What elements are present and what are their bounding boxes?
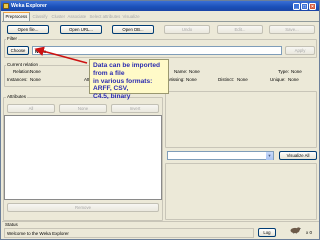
instances-value: None: [30, 77, 41, 82]
tab-visualize[interactable]: Visualize: [121, 13, 141, 21]
attributes-all-button[interactable]: All: [7, 104, 55, 113]
open-file-button[interactable]: Open file...: [7, 25, 49, 34]
tab-preprocess[interactable]: Preprocess: [3, 12, 30, 21]
attr-type-label: Type:: [278, 69, 290, 74]
attributes-none-button[interactable]: None: [59, 104, 107, 113]
attributes-list[interactable]: [4, 115, 162, 200]
maximize-button[interactable]: □: [301, 2, 308, 10]
log-button[interactable]: Log: [258, 228, 276, 237]
apply-button[interactable]: Apply: [285, 46, 315, 55]
attr-type-value: None: [291, 69, 302, 74]
title-bar: Weka Explorer _ □ ×: [1, 1, 319, 11]
preprocess-panel: Open file... Open URL... Open DB... Undo…: [2, 21, 319, 221]
visualization-area: [165, 163, 317, 220]
undo-button[interactable]: Undo: [164, 25, 210, 34]
attr-unique-value: None: [288, 77, 299, 82]
attr-name-label: Name:: [174, 69, 188, 74]
tab-strip: Preprocess Classify Cluster Associate Se…: [2, 12, 320, 21]
remove-button[interactable]: Remove: [7, 203, 159, 212]
tab-associate[interactable]: Associate: [66, 13, 88, 21]
callout-line-1: Data can be imported from a file: [93, 62, 161, 77]
attr-missing-label: Missing:: [168, 77, 185, 82]
tab-cluster[interactable]: Cluster: [50, 13, 67, 21]
chevron-down-icon: ▼: [266, 152, 273, 160]
open-db-button[interactable]: Open DB...: [112, 25, 154, 34]
filter-value: None: [35, 48, 47, 54]
status-message-box: Welcome to the Weka Explorer: [4, 228, 254, 238]
status-count: x 0: [306, 230, 313, 235]
relation-label: Relation:: [13, 69, 31, 74]
edit-button[interactable]: Edit...: [217, 25, 263, 34]
tab-classify[interactable]: Classify: [31, 13, 49, 21]
callout-line-2: in various formats: ARFF, CSV,: [93, 77, 153, 93]
status-group: Status Welcome to the Weka Explorer Log …: [2, 221, 319, 240]
attr-name-value: None: [189, 69, 200, 74]
save-button[interactable]: Save...: [269, 25, 315, 34]
open-url-button[interactable]: Open URL...: [60, 25, 102, 34]
attributes-group-title: Attributes: [6, 94, 28, 99]
attr-missing-value: None: [186, 77, 197, 82]
weka-explorer-window: Weka Explorer _ □ × Preprocess Classify …: [0, 0, 320, 240]
close-button[interactable]: ×: [309, 2, 316, 10]
current-relation-title: Current relation: [6, 62, 40, 67]
weka-bird-icon: [290, 227, 301, 234]
instances-label: Instances:: [7, 77, 28, 82]
attr-distinct-value: None: [237, 77, 248, 82]
class-selector[interactable]: ▼: [167, 151, 274, 160]
tab-select-attributes[interactable]: Select attributes: [88, 13, 122, 21]
visualize-all-button[interactable]: Visualize All: [279, 151, 317, 160]
annotation-callout: Data can be imported from a file in vari…: [89, 59, 169, 100]
status-title: Status: [5, 222, 18, 227]
status-message: Welcome to the Weka Explorer: [7, 231, 69, 236]
filter-group-title: Filter: [6, 36, 18, 41]
filter-field[interactable]: None: [32, 46, 282, 55]
filter-choose-button[interactable]: Choose: [7, 46, 29, 55]
window-title: Weka Explorer: [11, 3, 47, 9]
attr-unique-label: Unique:: [270, 77, 286, 82]
selected-attribute-area: [165, 91, 317, 148]
relation-value: None: [30, 69, 41, 74]
attr-distinct-label: Distinct:: [218, 77, 235, 82]
attributes-invert-button[interactable]: Invert: [111, 104, 159, 113]
callout-line-3: C4.5, binary: [93, 93, 131, 101]
weka-app-icon: [3, 3, 9, 9]
minimize-button[interactable]: _: [293, 2, 300, 10]
